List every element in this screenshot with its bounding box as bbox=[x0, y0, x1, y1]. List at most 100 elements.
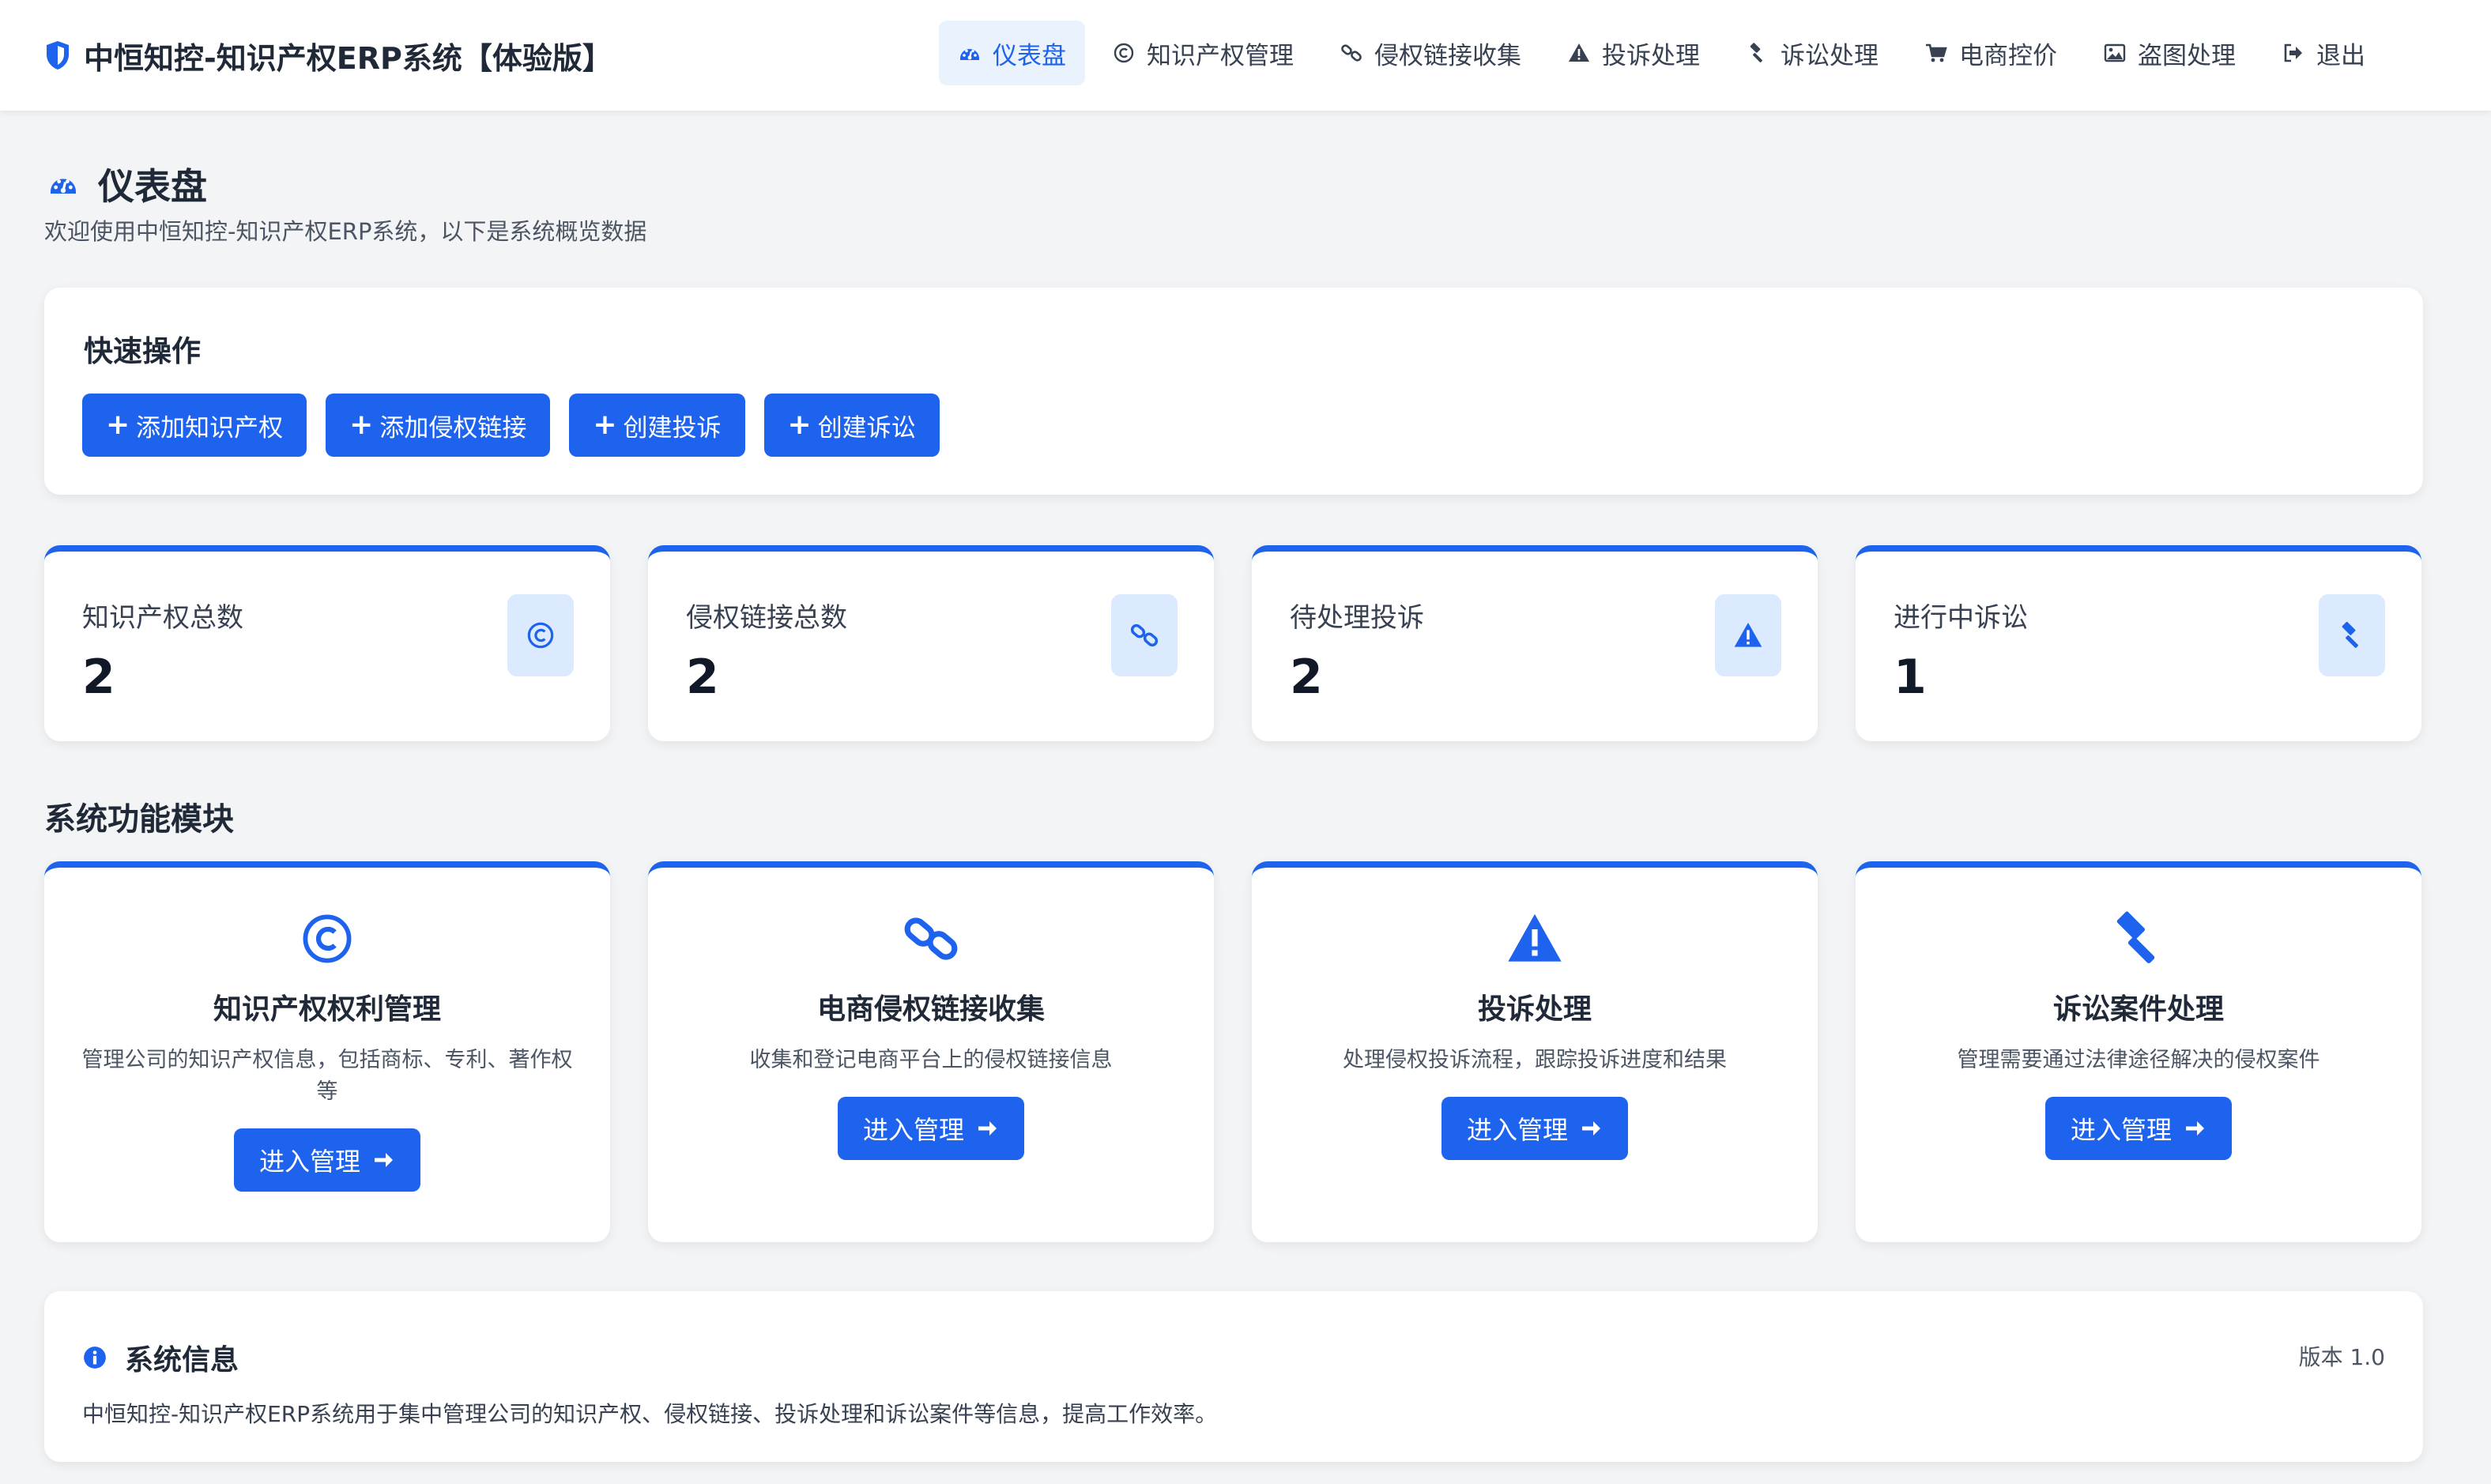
arrow-right-icon bbox=[2186, 1121, 2204, 1136]
nav-item-label: 侵权链接收集 bbox=[1374, 41, 1521, 70]
module-desc: 处理侵权投诉流程，跟踪投诉进度和结果 bbox=[1343, 1048, 1727, 1072]
app-title: 中恒知控-知识产权ERP系统【体验版】 bbox=[84, 40, 612, 76]
plus-icon: + bbox=[349, 409, 374, 441]
quick-actions-title: 快速操作 bbox=[84, 334, 201, 368]
stat-value: 1 bbox=[1894, 650, 1927, 705]
module-card-ip-rights: 知识产权权利管理 管理公司的知识产权信息，包括商标、专利、著作权等 进入管理 bbox=[44, 861, 610, 1242]
stat-value: 2 bbox=[1290, 650, 1323, 705]
stat-icon-box bbox=[507, 594, 574, 676]
arrow-right-icon bbox=[978, 1121, 997, 1136]
quick-actions-buttons: + 添加知识产权 + 添加侵权链接 + 创建投诉 + 创建诉讼 bbox=[82, 394, 940, 457]
stat-card-active-litigation: 进行中诉讼 1 bbox=[1856, 545, 2421, 741]
button-label: 添加侵权链接 bbox=[379, 413, 527, 443]
link-icon bbox=[904, 917, 958, 960]
link-icon bbox=[1341, 44, 1362, 62]
page-title-text: 仪表盘 bbox=[98, 165, 207, 208]
nav-item-ip-management[interactable]: 知识产权管理 bbox=[1093, 21, 1313, 85]
module-desc: 管理需要通过法律途径解决的侵权案件 bbox=[1957, 1048, 2320, 1072]
nav-item-label: 盗图处理 bbox=[2138, 41, 2236, 70]
dashboard-icon bbox=[51, 179, 76, 194]
stat-label: 侵权链接总数 bbox=[686, 602, 847, 634]
module-title: 知识产权权利管理 bbox=[213, 993, 441, 1026]
gavel-icon bbox=[2116, 911, 2155, 964]
quick-actions-card: 快速操作 + 添加知识产权 + 添加侵权链接 + 创建投诉 + 创建诉讼 bbox=[44, 288, 2423, 495]
modules-section-title: 系统功能模块 bbox=[44, 801, 234, 838]
nav-item-link-collection[interactable]: 侵权链接收集 bbox=[1321, 21, 1540, 85]
button-label: 创建诉讼 bbox=[817, 413, 916, 443]
nav-item-image-theft[interactable]: 盗图处理 bbox=[2084, 21, 2255, 85]
nav-item-label: 知识产权管理 bbox=[1147, 41, 1294, 70]
enter-management-button[interactable]: 进入管理 bbox=[837, 1097, 1024, 1160]
stat-card-link-total: 侵权链接总数 2 bbox=[648, 545, 1214, 741]
system-info-card: 系统信息 版本 1.0 中恒知控-知识产权ERP系统用于集中管理公司的知识产权、… bbox=[44, 1291, 2423, 1462]
warning-icon bbox=[1508, 913, 1562, 962]
nav-item-litigation[interactable]: 诉讼处理 bbox=[1727, 21, 1897, 85]
shield-icon bbox=[47, 41, 69, 70]
button-label: 进入管理 bbox=[1466, 1115, 1568, 1145]
page-subtitle: 欢迎使用中恒知控-知识产权ERP系统，以下是系统概览数据 bbox=[44, 218, 647, 245]
plus-icon: + bbox=[593, 409, 617, 441]
link-icon bbox=[1130, 623, 1159, 647]
main-nav: 仪表盘 知识产权管理 侵权链接收集 投诉处理 诉讼处理 电商控价 盗图处理 退出 bbox=[939, 21, 2384, 85]
system-info-title-text: 系统信息 bbox=[125, 1344, 239, 1377]
dashboard-icon bbox=[960, 49, 979, 60]
stat-label: 知识产权总数 bbox=[82, 602, 243, 634]
add-infringement-link-button[interactable]: + 添加侵权链接 bbox=[326, 394, 551, 457]
module-title: 投诉处理 bbox=[1477, 993, 1592, 1026]
module-card-complaints: 投诉处理 处理侵权投诉流程，跟踪投诉进度和结果 进入管理 bbox=[1252, 861, 1818, 1242]
page-title: 仪表盘 bbox=[44, 158, 207, 210]
top-navbar: 中恒知控-知识产权ERP系统【体验版】 仪表盘 知识产权管理 侵权链接收集 投诉… bbox=[0, 0, 2491, 111]
nav-item-label: 退出 bbox=[2316, 41, 2365, 70]
info-icon bbox=[84, 1347, 106, 1369]
module-card-litigation: 诉讼案件处理 管理需要通过法律途径解决的侵权案件 进入管理 bbox=[1856, 861, 2421, 1242]
arrow-right-icon bbox=[1582, 1121, 1600, 1136]
button-label: 进入管理 bbox=[862, 1115, 964, 1145]
system-info-description: 中恒知控-知识产权ERP系统用于集中管理公司的知识产权、侵权链接、投诉处理和诉讼… bbox=[82, 1401, 1218, 1427]
copyright-icon bbox=[303, 914, 352, 963]
stat-value: 2 bbox=[82, 650, 115, 705]
nav-item-label: 诉讼处理 bbox=[1781, 41, 1879, 70]
stat-label: 待处理投诉 bbox=[1290, 602, 1424, 634]
stat-value: 2 bbox=[686, 650, 719, 705]
create-litigation-button[interactable]: + 创建诉讼 bbox=[763, 394, 940, 457]
enter-management-button[interactable]: 进入管理 bbox=[2044, 1097, 2232, 1160]
create-complaint-button[interactable]: + 创建投诉 bbox=[569, 394, 745, 457]
warning-icon bbox=[1734, 623, 1762, 647]
nav-item-label: 电商控价 bbox=[1959, 41, 2057, 70]
logout-icon bbox=[2284, 43, 2302, 62]
stat-label: 进行中诉讼 bbox=[1894, 602, 2028, 634]
button-label: 进入管理 bbox=[258, 1147, 360, 1177]
stat-card-pending-complaints: 待处理投诉 2 bbox=[1252, 545, 1818, 741]
plus-icon: + bbox=[787, 409, 812, 441]
add-ip-button[interactable]: + 添加知识产权 bbox=[82, 394, 307, 457]
module-desc: 管理公司的知识产权信息，包括商标、专利、著作权等 bbox=[81, 1048, 573, 1104]
gavel-icon bbox=[1750, 43, 1762, 62]
module-desc: 收集和登记电商平台上的侵权链接信息 bbox=[749, 1048, 1113, 1072]
button-label: 添加知识产权 bbox=[136, 413, 284, 443]
enter-management-button[interactable]: 进入管理 bbox=[1441, 1097, 1628, 1160]
module-card-link-collection: 电商侵权链接收集 收集和登记电商平台上的侵权链接信息 进入管理 bbox=[648, 861, 1214, 1242]
cart-icon bbox=[1926, 43, 1947, 62]
nav-item-complaints[interactable]: 投诉处理 bbox=[1548, 21, 1719, 85]
stat-card-ip-total: 知识产权总数 2 bbox=[44, 545, 610, 741]
nav-item-price-control[interactable]: 电商控价 bbox=[1905, 21, 2076, 85]
enter-management-button[interactable]: 进入管理 bbox=[233, 1128, 420, 1192]
version-label: 版本 1.0 bbox=[2298, 1344, 2385, 1370]
module-title: 电商侵权链接收集 bbox=[816, 993, 1045, 1026]
nav-item-dashboard[interactable]: 仪表盘 bbox=[939, 21, 1085, 85]
arrow-right-icon bbox=[375, 1153, 393, 1167]
stat-icon-box bbox=[1715, 594, 1781, 676]
system-info-title: 系统信息 bbox=[82, 1337, 239, 1378]
image-icon bbox=[2104, 43, 2126, 62]
stat-icon-box bbox=[1111, 594, 1178, 676]
nav-item-label: 投诉处理 bbox=[1602, 41, 1700, 70]
module-title: 诉讼案件处理 bbox=[2052, 993, 2224, 1026]
warning-icon bbox=[1569, 43, 1589, 62]
button-label: 进入管理 bbox=[2070, 1115, 2172, 1145]
nav-item-label: 仪表盘 bbox=[993, 41, 1066, 70]
button-label: 创建投诉 bbox=[623, 413, 722, 443]
stat-icon-box bbox=[2319, 594, 2385, 676]
nav-item-logout[interactable]: 退出 bbox=[2263, 21, 2384, 85]
brand[interactable]: 中恒知控-知识产权ERP系统【体验版】 bbox=[44, 0, 612, 111]
gavel-icon bbox=[2342, 621, 2358, 648]
